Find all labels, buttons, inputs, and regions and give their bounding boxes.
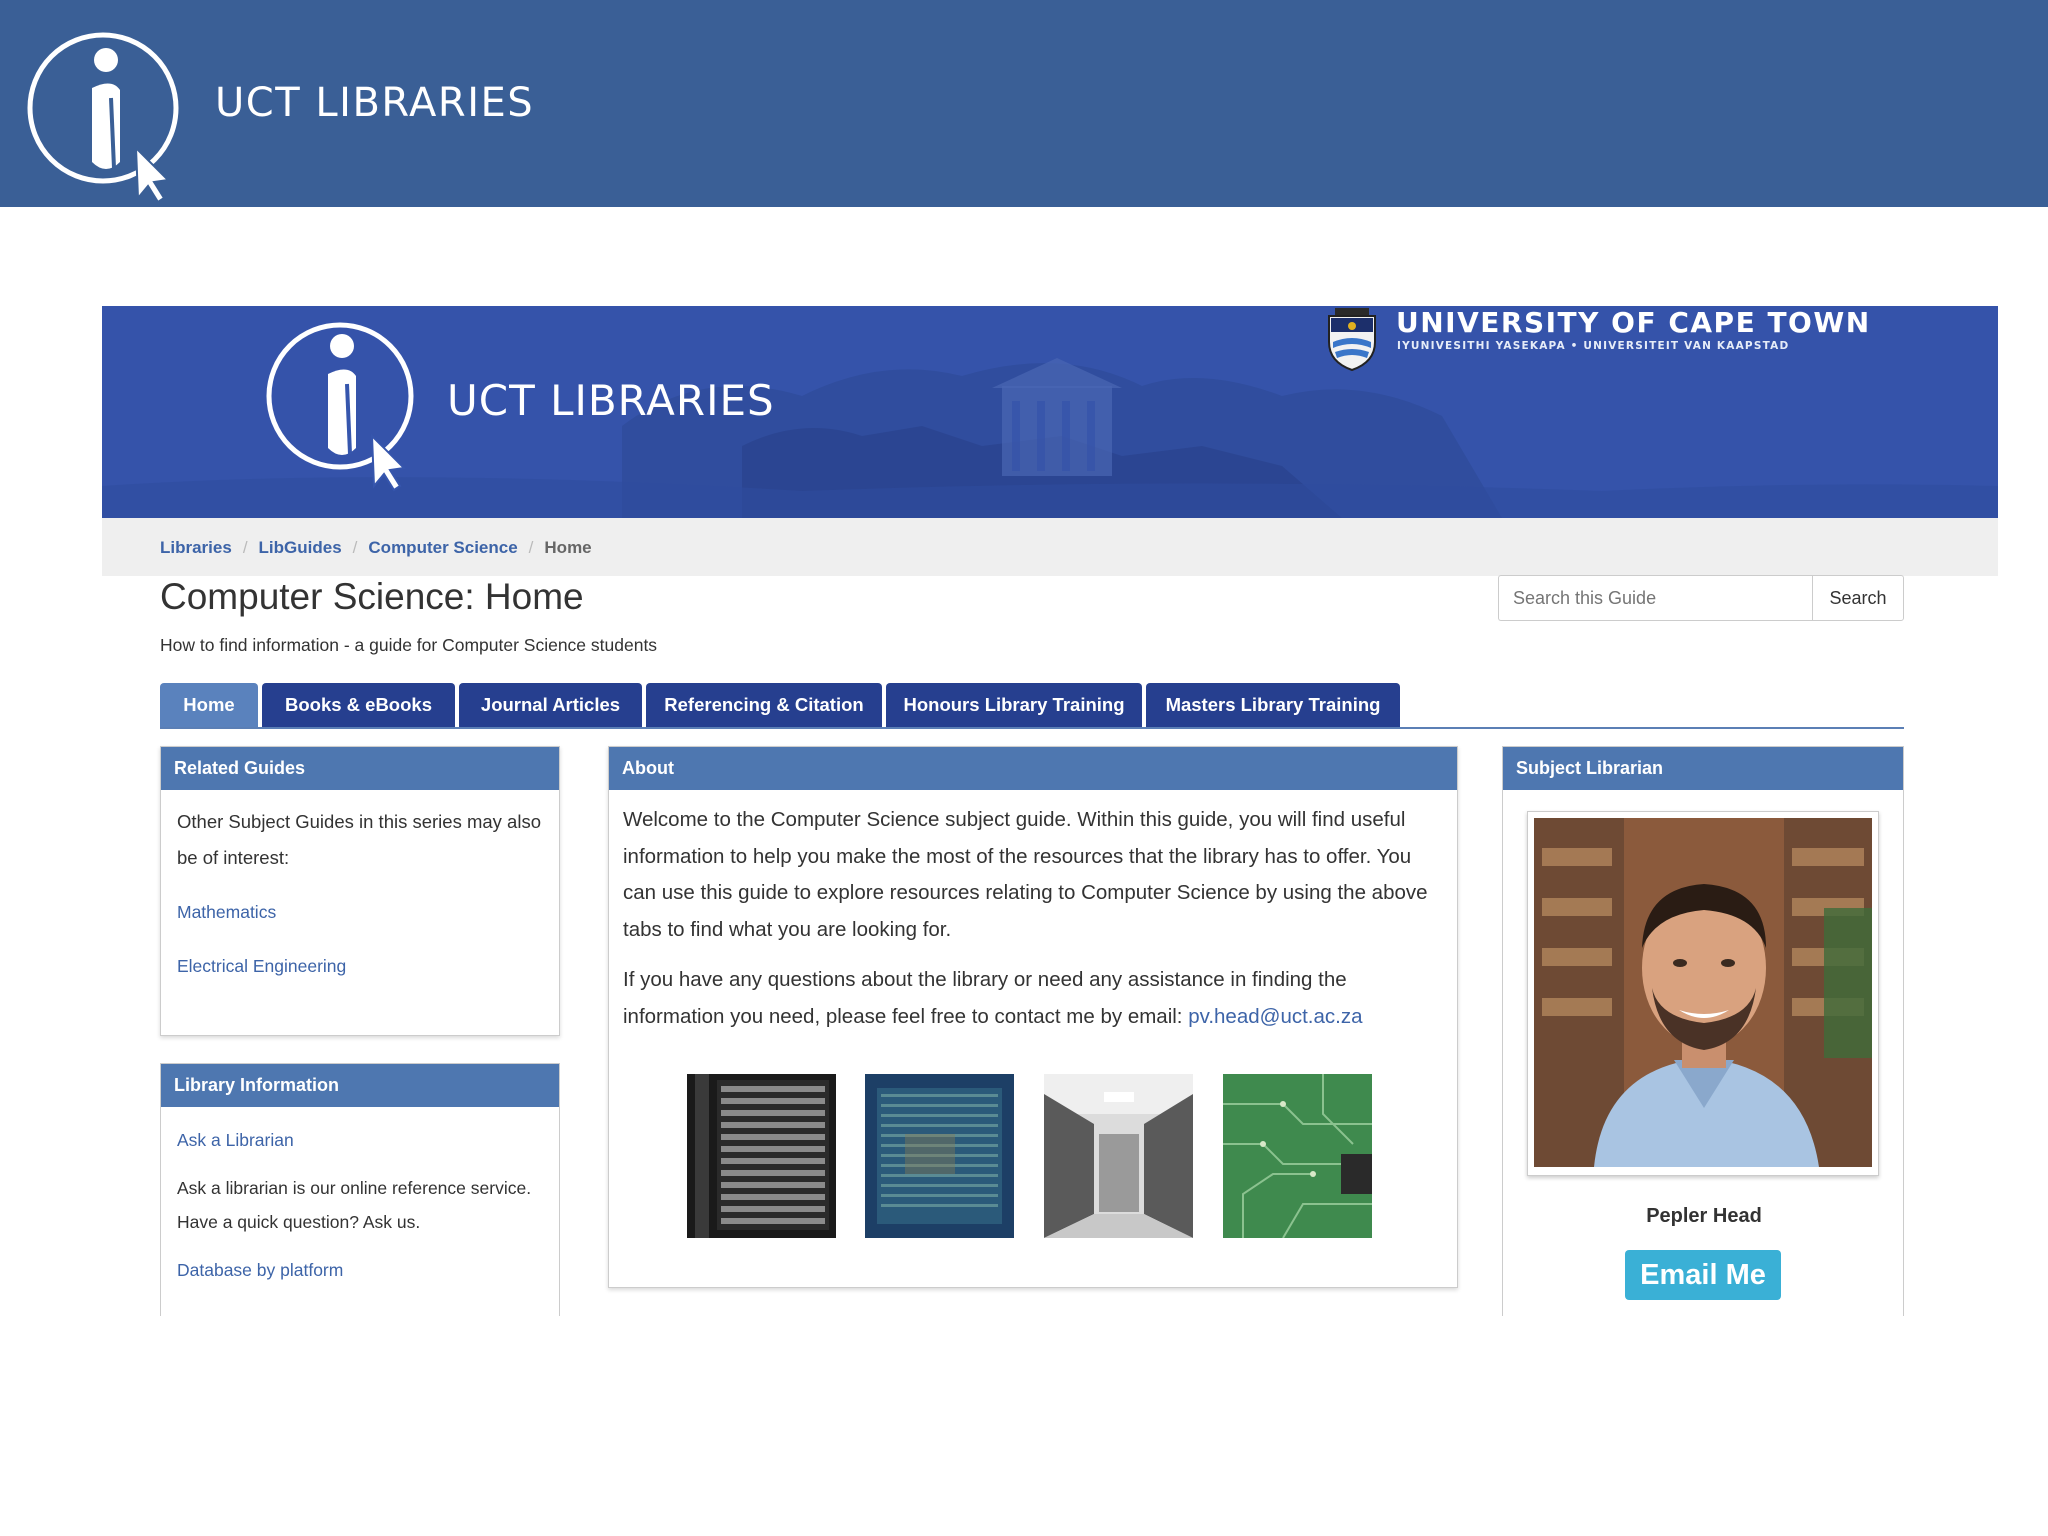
- subject-librarian-panel: Subject Librarian Pepler Head Email Me: [1502, 746, 1904, 1316]
- database-by-platform-link[interactable]: Database by platform: [177, 1260, 343, 1280]
- circuit-board-image: [1223, 1074, 1372, 1238]
- guide-tabs: Home Books & eBooks Journal Articles Ref…: [160, 683, 1904, 729]
- librarian-name: Pepler Head: [1646, 1205, 1762, 1227]
- librarian-photo-frame: [1527, 811, 1879, 1176]
- tab-masters-library-training[interactable]: Masters Library Training: [1146, 683, 1400, 727]
- ask-a-librarian-link[interactable]: Ask a Librarian: [177, 1130, 294, 1150]
- tab-home[interactable]: Home: [160, 683, 258, 727]
- search-input[interactable]: [1498, 575, 1812, 621]
- librarian-photo: [1534, 818, 1872, 1167]
- panel-title: Related Guides: [161, 747, 559, 790]
- server-rack-image: [687, 1074, 836, 1238]
- data-screen-image: [865, 1074, 1014, 1238]
- about-panel: About Welcome to the Computer Science su…: [608, 746, 1458, 1288]
- breadcrumb-separator: /: [242, 538, 248, 557]
- slide-header-bar: UCT LIBRARIES: [0, 0, 2048, 207]
- panel-title: Library Information: [161, 1064, 559, 1107]
- breadcrumb-libguides[interactable]: LibGuides: [259, 538, 342, 557]
- breadcrumb: Libraries / LibGuides / Computer Science / Hom…: [102, 518, 1998, 576]
- library-info-logo-icon: [266, 322, 414, 492]
- about-paragraph-contact: If you have any questions about the libr…: [623, 962, 1443, 1035]
- site-banner: UCT LIBRARIES UNIVERSITY OF CAPE TOWN IY…: [102, 306, 1998, 518]
- breadcrumb-separator: /: [352, 538, 358, 557]
- related-guides-panel: Related Guides Other Subject Guides in t…: [160, 746, 560, 1036]
- ask-a-librarian-text: Ask a librarian is our online reference …: [177, 1178, 532, 1232]
- slide-title: UCT LIBRARIES: [215, 80, 535, 126]
- search-button[interactable]: Search: [1812, 575, 1904, 621]
- university-subtitle: IYUNIVESITHI YASEKAPA • UNIVERSITEIT VAN…: [1397, 340, 1790, 352]
- related-guide-link-mathematics[interactable]: Mathematics: [177, 902, 276, 922]
- tab-journal-articles[interactable]: Journal Articles: [459, 683, 642, 727]
- page-subtitle: How to find information - a guide for Co…: [160, 635, 658, 655]
- breadcrumb-libraries[interactable]: Libraries: [160, 538, 232, 557]
- libguide-page: UCT LIBRARIES UNIVERSITY OF CAPE TOWN IY…: [102, 306, 1998, 1316]
- librarian-email-link[interactable]: pv.head@uct.ac.za: [1188, 1005, 1362, 1028]
- email-me-button[interactable]: Email Me: [1625, 1250, 1781, 1300]
- breadcrumb-computer-science[interactable]: Computer Science: [368, 538, 517, 557]
- library-info-logo-icon: [27, 32, 179, 204]
- page-title: Computer Science: Home: [160, 576, 584, 617]
- server-room-image: [1044, 1074, 1193, 1238]
- related-guide-link-electrical-engineering[interactable]: Electrical Engineering: [177, 956, 346, 976]
- tab-honours-library-training[interactable]: Honours Library Training: [886, 683, 1142, 727]
- library-information-panel: Library Information Ask a Librarian Ask …: [160, 1063, 560, 1316]
- breadcrumb-separator: /: [528, 538, 534, 557]
- panel-title: About: [609, 747, 1457, 790]
- panel-title: Subject Librarian: [1503, 747, 1903, 790]
- breadcrumb-current: Home: [544, 538, 592, 557]
- university-name: UNIVERSITY OF CAPE TOWN: [1396, 306, 1871, 339]
- tab-books-ebooks[interactable]: Books & eBooks: [262, 683, 455, 727]
- banner-title: UCT LIBRARIES: [447, 376, 775, 425]
- about-paragraph-welcome: Welcome to the Computer Science subject …: [623, 808, 1428, 941]
- uct-crest-icon: [1328, 308, 1376, 372]
- tab-referencing-citation[interactable]: Referencing & Citation: [646, 683, 882, 727]
- related-guides-intro: Other Subject Guides in this series may …: [177, 811, 541, 868]
